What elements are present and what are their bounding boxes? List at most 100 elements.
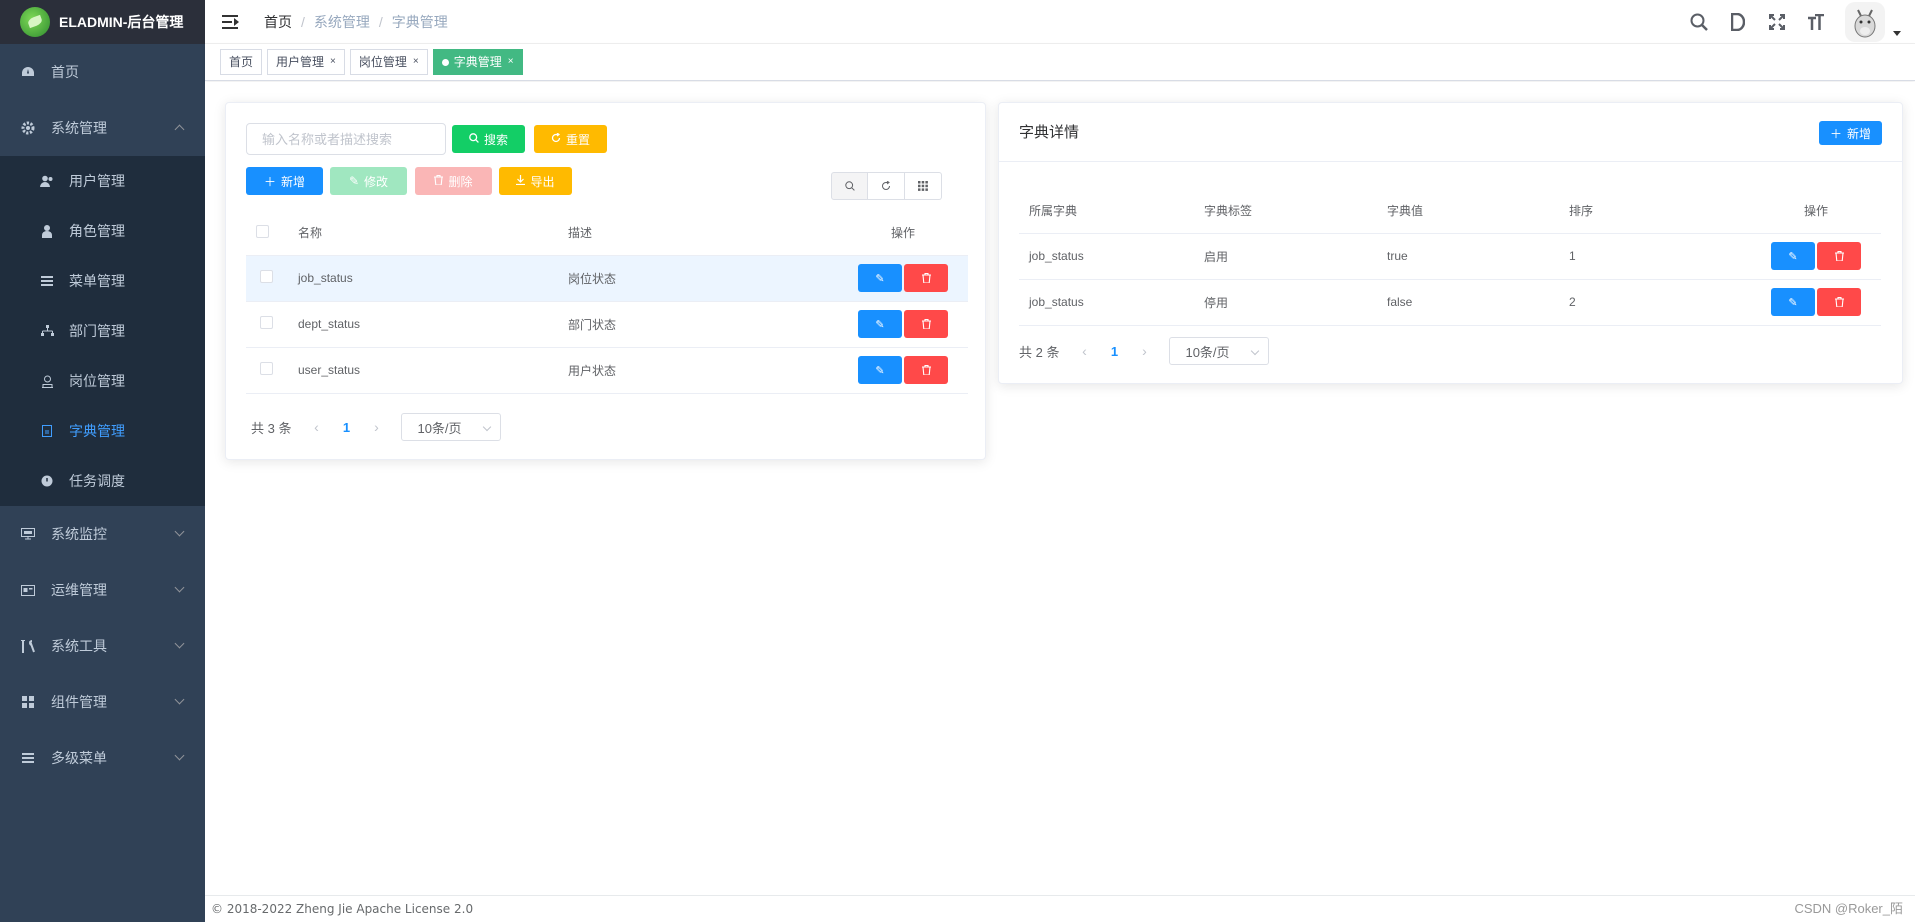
- cell-label: 启用: [1204, 233, 1387, 280]
- row-checkbox[interactable]: [260, 270, 273, 283]
- select-all-checkbox[interactable]: [256, 224, 269, 238]
- toggle-search-button[interactable]: [831, 172, 868, 200]
- cell-sort: 1: [1569, 233, 1751, 280]
- sidebar-item-label: 系统工具: [51, 638, 107, 654]
- sidebar-item-depts[interactable]: 部门管理: [0, 306, 205, 356]
- row-edit-button[interactable]: ✎: [1771, 242, 1815, 270]
- edit-button[interactable]: ✎ 修改: [330, 167, 407, 195]
- chevron-up-icon: [174, 124, 185, 135]
- prev-page-icon[interactable]: ‹: [301, 419, 331, 435]
- close-icon[interactable]: ×: [330, 50, 336, 74]
- sidebar-item-components[interactable]: 组件管理: [0, 674, 205, 730]
- hamburger-icon[interactable]: [222, 12, 242, 32]
- card-title: 字典详情: [1019, 124, 1080, 141]
- table-row[interactable]: user_status 用户状态 ✎: [246, 347, 968, 394]
- tag-posts[interactable]: 岗位管理 ×: [349, 49, 428, 75]
- footer-text: © 2018-2022 Zheng Jie Apache License 2.0: [211, 902, 474, 916]
- sidebar-item-tools[interactable]: 系统工具: [0, 618, 205, 674]
- delete-button-label: 删除: [448, 174, 473, 189]
- row-delete-button[interactable]: [904, 310, 948, 338]
- sidebar-item-users[interactable]: 用户管理: [0, 156, 205, 206]
- row-edit-button[interactable]: ✎: [1771, 288, 1815, 316]
- search-button[interactable]: 搜索: [452, 125, 525, 153]
- sidebar-item-label: 组件管理: [51, 694, 107, 710]
- row-edit-button[interactable]: ✎: [858, 264, 902, 292]
- prev-page-icon[interactable]: ‹: [1069, 343, 1099, 359]
- font-size-icon[interactable]: [1806, 12, 1826, 32]
- tag-label: 用户管理: [276, 55, 325, 69]
- sidebar-item-jobs[interactable]: 任务调度: [0, 456, 205, 506]
- page-number[interactable]: 1: [1099, 344, 1129, 359]
- tag-dictionary[interactable]: 字典管理 ×: [432, 49, 523, 75]
- sidebar-item-system[interactable]: 系统管理: [0, 100, 205, 156]
- refresh-button[interactable]: [868, 172, 905, 200]
- sidebar-item-multilevel[interactable]: 多级菜单: [0, 730, 205, 786]
- tag-label: 字典管理: [453, 55, 502, 69]
- docs-icon[interactable]: [1728, 12, 1748, 32]
- column-desc: 描述: [568, 211, 838, 256]
- dictionary-list-card: 搜索 重置 ＋ 新增 ✎ 修改 删除 导出: [225, 102, 986, 460]
- sidebar-item-label: 用户管理: [69, 173, 125, 189]
- row-edit-button[interactable]: ✎: [858, 310, 902, 338]
- delete-button[interactable]: 删除: [415, 167, 492, 195]
- page-size-select[interactable]: 10条/页: [1169, 337, 1270, 365]
- table-row[interactable]: job_status 岗位状态 ✎: [246, 255, 968, 302]
- users-icon: [40, 174, 54, 188]
- columns-button[interactable]: [905, 172, 942, 200]
- chevron-down-icon: [174, 694, 185, 705]
- cell-dict: job_status: [1019, 279, 1204, 326]
- row-delete-button[interactable]: [1817, 242, 1861, 270]
- table-row[interactable]: job_status 启用 true 1 ✎: [1019, 233, 1881, 280]
- sidebar-item-monitor[interactable]: 系统监控: [0, 506, 205, 562]
- cell-label: 停用: [1204, 279, 1387, 326]
- close-icon[interactable]: ×: [413, 50, 419, 74]
- row-checkbox[interactable]: [260, 316, 273, 329]
- row-checkbox[interactable]: [260, 362, 273, 375]
- fullscreen-icon[interactable]: [1767, 12, 1787, 32]
- logo[interactable]: ELADMIN-后台管理: [0, 0, 205, 44]
- breadcrumb-system[interactable]: 系统管理: [314, 12, 370, 32]
- sidebar-item-menus[interactable]: 菜单管理: [0, 256, 205, 306]
- export-button-label: 导出: [530, 174, 555, 189]
- table-row[interactable]: dept_status 部门状态 ✎: [246, 301, 968, 348]
- detail-table: 所属字典 字典标签 字典值 排序 操作 job_status 启用 true 1…: [1019, 189, 1881, 326]
- row-edit-button[interactable]: ✎: [858, 356, 902, 384]
- sidebar-item-label: 部门管理: [69, 323, 125, 339]
- cell-desc: 部门状态: [568, 301, 838, 348]
- sidebar-item-dictionary[interactable]: 字典管理: [0, 406, 205, 456]
- sidebar-item-posts[interactable]: 岗位管理: [0, 356, 205, 406]
- sidebar-item-ops[interactable]: 运维管理: [0, 562, 205, 618]
- column-op: 操作: [838, 211, 968, 256]
- chevron-down-icon: [174, 582, 185, 593]
- add-button[interactable]: ＋ 新增: [246, 167, 323, 195]
- footer: © 2018-2022 Zheng Jie Apache License 2.0: [205, 895, 1915, 922]
- avatar[interactable]: [1845, 2, 1885, 42]
- next-page-icon[interactable]: ›: [1129, 343, 1159, 359]
- sidebar-item-roles[interactable]: 角色管理: [0, 206, 205, 256]
- cell-desc: 岗位状态: [568, 255, 838, 302]
- tag-home[interactable]: 首页: [220, 49, 263, 75]
- next-page-icon[interactable]: ›: [361, 419, 391, 435]
- edit-icon: ✎: [875, 364, 885, 377]
- sidebar-item-label: 菜单管理: [69, 273, 125, 289]
- reset-button[interactable]: 重置: [534, 125, 607, 153]
- breadcrumb-home[interactable]: 首页: [264, 12, 292, 32]
- row-delete-button[interactable]: [1817, 288, 1861, 316]
- close-icon[interactable]: ×: [508, 50, 514, 74]
- sidebar-item-home[interactable]: 首页: [0, 44, 205, 100]
- search-icon[interactable]: [1689, 12, 1709, 32]
- add-button-label: 新增: [281, 174, 306, 189]
- search-input[interactable]: [246, 123, 446, 155]
- navbar: 首页 / 系统管理 / 字典管理: [205, 0, 1915, 44]
- trash-icon: [1834, 251, 1844, 261]
- export-button[interactable]: 导出: [499, 167, 572, 195]
- row-delete-button[interactable]: [904, 356, 948, 384]
- caret-down-icon[interactable]: [1893, 30, 1901, 36]
- page-size-select[interactable]: 10条/页: [401, 413, 502, 441]
- monitor-icon: [20, 526, 36, 542]
- row-delete-button[interactable]: [904, 264, 948, 292]
- table-row[interactable]: job_status 停用 false 2 ✎: [1019, 279, 1881, 326]
- page-number[interactable]: 1: [331, 420, 361, 435]
- tag-users[interactable]: 用户管理 ×: [267, 49, 345, 75]
- detail-add-button[interactable]: ＋ 新增: [1819, 121, 1882, 145]
